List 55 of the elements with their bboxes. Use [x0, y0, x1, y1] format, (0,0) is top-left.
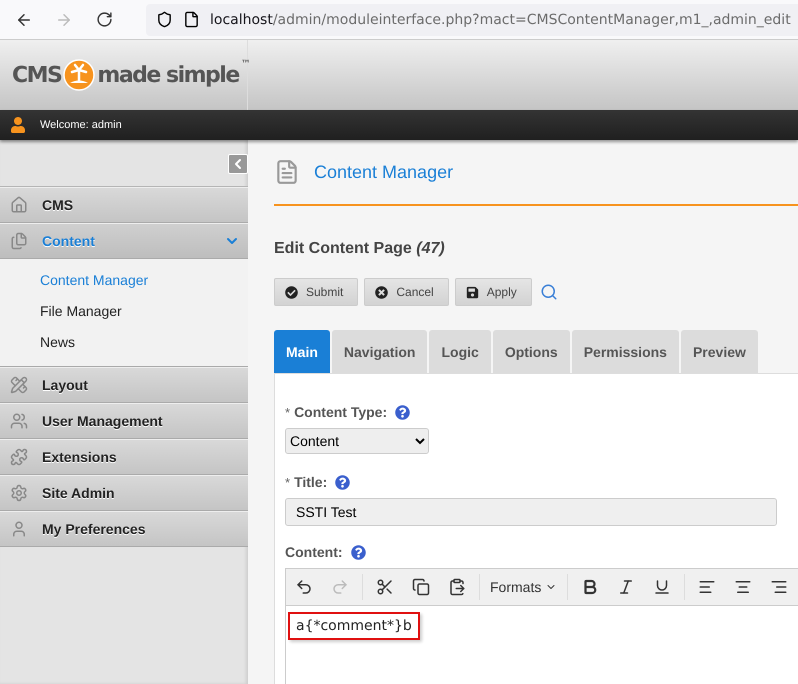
sidebar-link[interactable]: File Manager — [0, 296, 248, 327]
collapse-sidebar-button[interactable] — [228, 154, 248, 174]
field-label: Content: — [285, 544, 343, 560]
section-icon — [10, 448, 28, 466]
apply-icon — [466, 286, 479, 298]
island-icon — [63, 59, 96, 91]
tab[interactable]: Navigation — [332, 330, 428, 373]
welcome-text: Welcome: admin — [40, 119, 122, 131]
tab[interactable]: Logic — [429, 330, 491, 373]
required-marker: * — [285, 474, 290, 490]
address-bar[interactable]: localhost/admin/moduleinterface.php?mact=CMSContentManager,m1_,admin_edit — [146, 4, 798, 36]
section-icon — [10, 412, 28, 430]
tab[interactable]: Preview — [680, 330, 758, 373]
section-icon — [10, 484, 28, 502]
shield-icon — [156, 11, 173, 28]
cancel-icon — [375, 286, 388, 298]
user-icon — [10, 117, 26, 133]
sidebar-section[interactable]: User Management — [0, 403, 248, 439]
submit-button[interactable]: Submit — [274, 278, 358, 306]
sidebar-section[interactable]: My Preferences — [0, 511, 248, 547]
cancel-button[interactable]: Cancel — [364, 278, 449, 306]
formats-dropdown[interactable]: Formats — [484, 572, 564, 602]
sidebar-link[interactable]: Content Manager — [0, 265, 248, 296]
help-icon[interactable] — [395, 404, 410, 420]
apply-button[interactable]: Apply — [454, 278, 532, 306]
section-icon — [10, 376, 28, 394]
tab[interactable]: Main — [274, 330, 330, 373]
section-icon — [10, 196, 28, 214]
submit-icon — [285, 286, 298, 298]
logo-text: CMS — [12, 62, 62, 88]
sidebar-section[interactable]: Layout — [0, 367, 248, 403]
required-marker: * — [285, 404, 290, 420]
field-label: Content Type: — [294, 404, 388, 420]
help-icon[interactable] — [335, 474, 350, 490]
section-icon — [10, 232, 28, 250]
help-icon[interactable] — [350, 544, 366, 560]
content-type-select[interactable]: Content — [285, 428, 429, 454]
title-input[interactable]: SSTI Test — [285, 498, 777, 526]
section-icon — [10, 520, 28, 538]
sidebar-section[interactable]: Extensions — [0, 439, 248, 475]
url-path: /admin/moduleinterface.php?mact=CMSContentManager,m1_,admin_edit — [272, 12, 791, 28]
sidebar-section[interactable]: CMS — [0, 187, 248, 223]
page-heading: Edit Content Page (47) — [274, 240, 446, 258]
module-title: Content Manager — [314, 162, 454, 182]
editor-text: a{*comment*}b — [288, 612, 420, 640]
trademark-mark: ™ — [240, 59, 250, 70]
tab[interactable]: Options — [492, 330, 570, 373]
sidebar-link[interactable]: News — [0, 327, 248, 358]
page-icon — [183, 11, 200, 28]
url-host: localhost — [210, 12, 273, 28]
search-icon[interactable] — [540, 283, 558, 301]
field-label: Title: — [294, 474, 328, 490]
tab[interactable]: Permissions — [572, 330, 679, 373]
sidebar-section[interactable]: Site Admin — [0, 475, 248, 511]
logo-text: made simple — [97, 62, 239, 88]
